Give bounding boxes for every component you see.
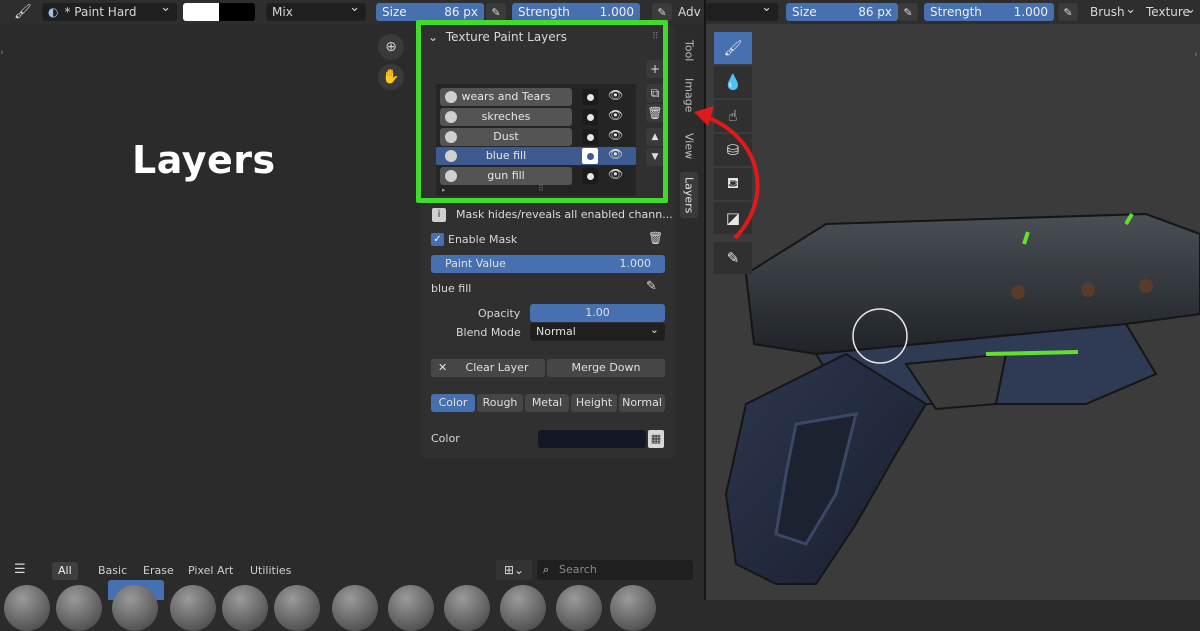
strength-pressure-icon[interactable]: ✎: [652, 3, 672, 21]
category-erase[interactable]: Erase: [137, 562, 180, 580]
texture-icon[interactable]: ▦: [648, 430, 664, 448]
right-strength-value: 1.000: [1013, 5, 1048, 19]
brush-selector[interactable]: ◐ * Paint Hard: [42, 0, 177, 21]
right-strength-pressure-icon[interactable]: ✎: [1058, 3, 1078, 21]
right-brush-dropdown[interactable]: [706, 0, 778, 21]
opacity-label: Opacity: [478, 307, 521, 320]
brush-preview-thumbnail[interactable]: [222, 585, 268, 631]
search-icon: ⌕: [543, 563, 550, 576]
clear-layer-label: Clear Layer: [465, 361, 529, 374]
close-icon: ✕: [438, 361, 448, 374]
tab-rough[interactable]: Rough: [477, 394, 523, 412]
brush-preview-thumbnail[interactable]: [556, 585, 602, 631]
zoom-icon[interactable]: ⊕: [378, 34, 404, 60]
brush-preview-thumbnail[interactable]: [4, 585, 50, 631]
secondary-color-swatch[interactable]: [219, 3, 255, 21]
strength-field[interactable]: Strength 1.000: [512, 3, 640, 21]
strength-label: Strength: [518, 5, 570, 19]
brush-preview-thumbnail[interactable]: [274, 585, 320, 631]
right-size-field[interactable]: Size 86 px: [786, 3, 898, 21]
color-label: Color: [431, 432, 460, 445]
advanced-menu[interactable]: Adv: [678, 5, 701, 19]
edit-pencil-icon[interactable]: ✎: [646, 279, 657, 294]
right-strength-field[interactable]: Strength 1.000: [924, 3, 1054, 21]
blend-mode-dropdown[interactable]: Mix: [266, 0, 366, 21]
pan-hand-icon[interactable]: ✋: [378, 64, 404, 90]
brush-preview-thumbnail[interactable]: [170, 585, 216, 631]
search-placeholder: Search: [559, 563, 597, 576]
clear-layer-button[interactable]: ✕ Clear Layer: [431, 359, 545, 377]
editor-divider[interactable]: [704, 0, 706, 600]
blur-drop-tool-icon[interactable]: 💧: [714, 66, 752, 98]
gun-model: [724, 212, 1200, 585]
right-size-value: 86 px: [858, 5, 892, 19]
annotate-tool-icon[interactable]: ✎: [714, 242, 752, 274]
size-field[interactable]: Size 86 px: [376, 3, 484, 21]
brush-preview-icon: ◐: [48, 5, 59, 19]
texture-menu-label: Texture: [1146, 5, 1190, 19]
info-icon: i: [432, 208, 446, 222]
draw-brush-tool-icon[interactable]: 🖌: [714, 32, 752, 64]
brush-preview-thumbnail[interactable]: [610, 585, 656, 631]
tab-tool[interactable]: Tool: [680, 34, 698, 68]
enable-mask-checkbox[interactable]: ✓: [431, 233, 444, 246]
tab-color[interactable]: Color: [431, 394, 475, 412]
paint-value-slider[interactable]: Paint Value 1.000: [431, 255, 665, 273]
tab-normal[interactable]: Normal: [619, 394, 665, 412]
brush-menu[interactable]: Brush: [1090, 2, 1142, 19]
enable-mask-label: Enable Mask: [448, 233, 518, 246]
texture-menu[interactable]: Texture: [1146, 2, 1200, 19]
brush-tool-icon[interactable]: 🖌: [14, 4, 32, 20]
brush-menu-label: Brush: [1090, 5, 1125, 19]
blend-mode-value: Mix: [272, 5, 293, 19]
right-size-pressure-icon[interactable]: ✎: [898, 3, 918, 21]
strength-value: 1.000: [599, 5, 634, 19]
right-collapse-arrow-icon[interactable]: ‹: [1194, 50, 1198, 60]
category-all[interactable]: All: [52, 562, 78, 580]
color-swatch[interactable]: [538, 430, 646, 448]
size-label: Size: [382, 5, 407, 19]
category-basic[interactable]: Basic: [92, 562, 133, 580]
display-mode-grid-icon[interactable]: ⊞⌄: [496, 560, 532, 580]
mask-info-text: Mask hides/reveals all enabled chann...: [456, 208, 673, 221]
hamburger-menu-icon[interactable]: ☰: [14, 562, 26, 577]
brush-preview-thumbnail[interactable]: [388, 585, 434, 631]
right-header-toolbar: Size 86 px ✎ Strength 1.000 ✎ Brush Text…: [706, 0, 1200, 24]
left-expand-arrow-icon[interactable]: ›: [0, 48, 6, 58]
size-value: 86 px: [444, 5, 478, 19]
size-pressure-icon[interactable]: ✎: [486, 3, 506, 21]
category-pixel-art[interactable]: Pixel Art: [182, 562, 239, 580]
primary-color-swatch[interactable]: [183, 3, 219, 21]
category-utilities[interactable]: Utilities: [244, 562, 297, 580]
brush-preview-thumbnail[interactable]: [444, 585, 490, 631]
annotation-arrow: [694, 106, 760, 240]
highlight-box: [416, 20, 668, 203]
tab-height[interactable]: Height: [571, 394, 617, 412]
search-input[interactable]: ⌕ Search: [537, 560, 693, 580]
delete-mask-icon[interactable]: 🗑: [648, 231, 663, 245]
paint-value-number: 1.000: [619, 257, 652, 270]
brush-preview-thumbnail[interactable]: [500, 585, 546, 631]
brush-name: * Paint Hard: [64, 5, 137, 19]
tab-metal[interactable]: Metal: [525, 394, 569, 412]
active-layer-name: blue fill: [431, 282, 472, 295]
blend-mode-select-value: Normal: [536, 325, 576, 338]
right-strength-label: Strength: [930, 5, 982, 19]
blend-mode-label: Blend Mode: [456, 326, 521, 339]
chevron-down-icon: ⌄: [649, 323, 659, 336]
opacity-slider[interactable]: 1.00: [530, 304, 665, 322]
brush-preview-thumbnail[interactable]: [332, 585, 378, 631]
merge-down-button[interactable]: Merge Down: [547, 359, 665, 377]
overlay-title: Layers: [132, 138, 276, 182]
blend-mode-select[interactable]: Normal ⌄: [530, 323, 665, 341]
right-viewport[interactable]: [706, 24, 1200, 600]
brush-preview-thumbnail[interactable]: [56, 585, 102, 631]
right-size-label: Size: [792, 5, 817, 19]
brush-preview-thumbnail[interactable]: [112, 585, 158, 631]
paint-value-label: Paint Value: [445, 257, 506, 270]
